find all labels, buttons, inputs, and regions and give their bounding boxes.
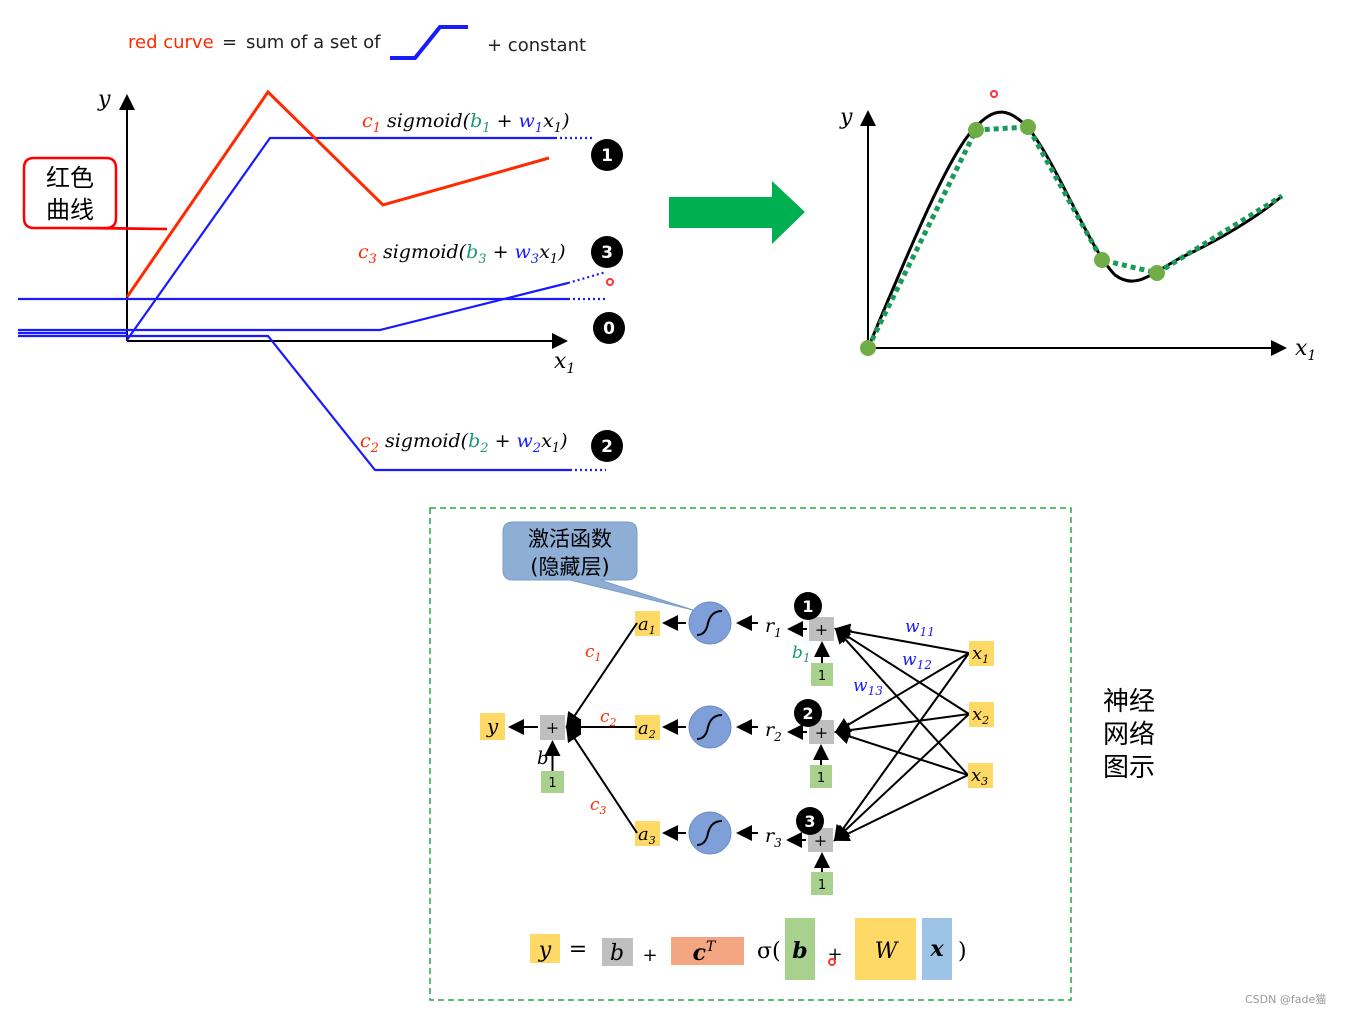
formula-bias-scalar: b xyxy=(610,941,624,966)
y-axis-label: y xyxy=(839,105,853,130)
hard-sigmoid-icon xyxy=(390,25,468,60)
weight-connection xyxy=(833,713,970,842)
callout-line-2: 曲线 xyxy=(46,196,94,224)
bias-one: 1 xyxy=(548,776,556,791)
sigmoid-activation-icon xyxy=(688,601,732,645)
bias-one: 1 xyxy=(818,669,826,684)
breakpoint-dot xyxy=(968,122,984,138)
target-curve xyxy=(866,110,1283,349)
output-weight-c: c3 xyxy=(590,795,607,817)
sigmoid-3-continuation xyxy=(567,270,607,285)
right-arrow-icon xyxy=(669,181,805,244)
x-axis-label: x1 xyxy=(1295,336,1316,364)
breakpoint-dot xyxy=(1094,252,1110,268)
bias-one: 1 xyxy=(817,771,825,786)
badge-number: 1 xyxy=(802,597,813,616)
badge-number: 2 xyxy=(802,704,813,723)
left-chart: y x1 1 3 0 2 c1 sigmoid(b1 + w1x1) c3 sigmoi… xyxy=(18,87,625,472)
pre-activation-r: r2 xyxy=(765,719,782,744)
sigmoid-formula: c3 sigmoid(b3 + w3x1) xyxy=(358,241,566,267)
weight-label: w12 xyxy=(902,650,932,672)
sum-symbol: + xyxy=(546,718,559,737)
callout-line-2: (隐藏层) xyxy=(530,555,609,579)
activation-callout: 激活函数 (隐藏层) xyxy=(502,521,694,611)
weight-connection xyxy=(833,774,969,842)
sigmoid-activation-icon xyxy=(688,705,732,749)
sum-text: sum of a set of xyxy=(246,32,381,53)
weight-label: w11 xyxy=(905,617,935,639)
constant-text: + constant xyxy=(487,35,586,56)
pre-activation-r: r1 xyxy=(765,615,782,640)
neural-network: +11r1a1c1 x1+12r2a2c2 x2+13r3a3c3x3+1byw11… xyxy=(480,592,994,895)
callout-line-1: 红色 xyxy=(46,164,94,192)
red-curve-callout: 红色 曲线 xyxy=(22,156,168,231)
right-chart: y x1 xyxy=(839,90,1316,364)
formula-plus: + xyxy=(642,945,657,966)
curve-badge: 0 xyxy=(593,312,625,344)
weight-label: w13 xyxy=(853,676,883,698)
side-label-line: 图示 xyxy=(1103,753,1155,783)
bias-one: 1 xyxy=(818,878,826,893)
formula-y: y xyxy=(538,938,552,963)
bias-b1-label: b1 xyxy=(792,643,811,665)
formula-weight-matrix: W xyxy=(875,939,900,964)
breakpoint-dot xyxy=(1020,119,1036,135)
network-frame xyxy=(429,507,1072,1001)
curve-badge: 3 xyxy=(591,236,623,268)
side-label-line: 网络 xyxy=(1103,720,1155,750)
side-label-line: 神经 xyxy=(1103,687,1155,717)
breakpoint-dot xyxy=(1149,265,1165,281)
cursor-dot xyxy=(606,278,614,286)
callout-line-1: 激活函数 xyxy=(528,527,612,551)
sum-symbol: + xyxy=(815,723,828,742)
sigmoid-formula: c1 sigmoid(b1 + w1x1) xyxy=(362,110,570,136)
sigmoid-formula: c2 sigmoid(b2 + w2x1) xyxy=(360,430,568,456)
badge-number: 1 xyxy=(601,146,613,166)
formula-input-vector: x xyxy=(929,936,944,962)
badge-number: 0 xyxy=(603,319,615,339)
formula-bias-vector: b xyxy=(792,938,807,964)
sum-symbol: + xyxy=(814,831,827,850)
badge-number: 2 xyxy=(601,437,613,457)
side-label: 神经 网络 图示 xyxy=(1103,687,1155,783)
curve-badge: 1 xyxy=(591,139,623,171)
output-weight-connection xyxy=(565,725,638,834)
output-label: y xyxy=(486,714,499,738)
badge-number: 3 xyxy=(601,243,613,263)
watermark: CSDN @fade猫 xyxy=(1245,993,1326,1006)
sum-symbol: + xyxy=(815,620,828,639)
formula-close-paren: ) xyxy=(958,939,967,964)
output-weight-c: c2 xyxy=(600,707,617,729)
output-bias-label: b xyxy=(537,748,549,769)
sigmoid-activation-icon xyxy=(688,811,732,855)
formula-equals: = xyxy=(569,937,587,962)
header: red curve = sum of a set of + constant xyxy=(128,25,586,60)
sigmoid-curve-3 xyxy=(18,281,569,332)
cursor-dot xyxy=(990,90,998,98)
x-axis-label: x1 xyxy=(554,349,575,377)
matrix-formula: y = b + cT σ( b + W x ) xyxy=(530,918,967,980)
badge-number: 3 xyxy=(804,812,815,831)
sigmoid-curve-1 xyxy=(126,136,555,341)
y-axis-label: y xyxy=(97,87,111,112)
red-curve-label: red curve xyxy=(128,32,214,53)
curve-badge: 2 xyxy=(591,430,623,462)
pre-activation-r: r3 xyxy=(765,825,782,850)
formula-sigma: σ( xyxy=(757,939,781,964)
weight-connection xyxy=(834,713,970,739)
output-weight-c: c1 xyxy=(585,642,602,664)
equals-sign: = xyxy=(222,32,237,53)
breakpoint-dot xyxy=(860,340,876,356)
diagram-canvas: red curve = sum of a set of + constant y… xyxy=(18,25,1326,1006)
